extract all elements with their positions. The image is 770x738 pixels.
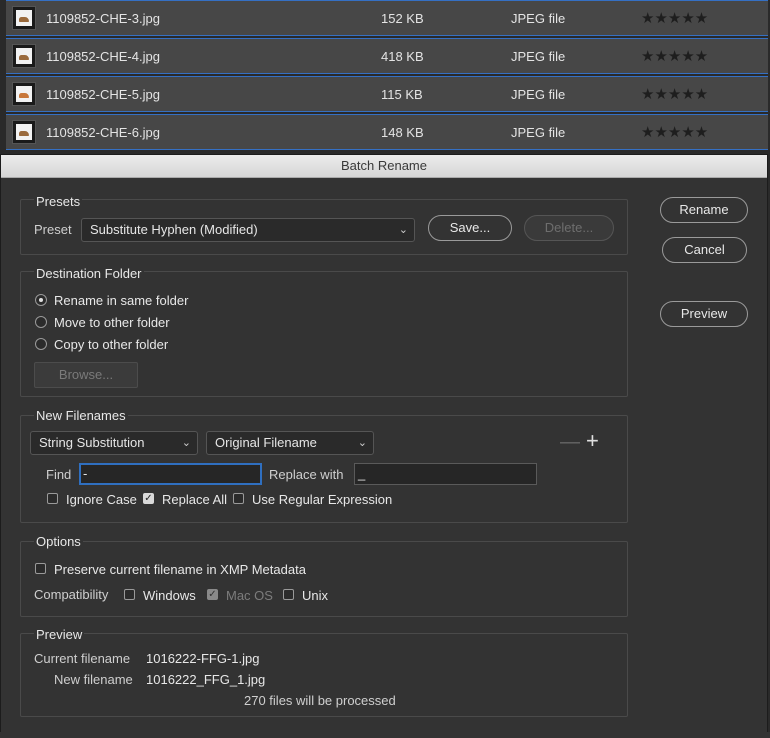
chevron-down-icon: ⌄	[181, 437, 191, 449]
presets-title: Presets	[34, 194, 83, 209]
replace-with-input[interactable]: _	[354, 463, 537, 485]
windows-label: Windows	[143, 588, 196, 603]
rating-stars-icon[interactable]: ★★★★★	[641, 123, 708, 141]
file-type: JPEG file	[511, 87, 566, 102]
batch-rename-dialog: Batch Rename Rename Cancel Preview Prese…	[0, 154, 768, 738]
preview-title: Preview	[34, 627, 85, 642]
file-name: 1109852-CHE-6.jpg	[46, 125, 160, 140]
ignore-case-checkbox[interactable]	[47, 493, 58, 504]
rename-button[interactable]: Rename	[660, 197, 748, 223]
file-name: 1109852-CHE-4.jpg	[46, 49, 160, 64]
options-title: Options	[34, 534, 83, 549]
radio-rename-same-folder[interactable]	[35, 294, 47, 306]
macos-label: Mac OS	[226, 588, 273, 603]
dialog-title: Batch Rename	[1, 155, 767, 178]
file-size: 115 KB	[381, 87, 423, 102]
delete-preset-button[interactable]: Delete...	[524, 215, 614, 241]
macos-checkbox: ✓	[207, 589, 218, 600]
unix-label: Unix	[302, 588, 329, 603]
files-processed-summary: 270 files will be processed	[244, 693, 396, 708]
ignore-case-label: Ignore Case	[66, 492, 137, 507]
file-list-bottom-edge	[0, 732, 770, 738]
rename-type-select[interactable]: String Substitution ⌄	[30, 431, 198, 455]
move-other-folder-label: Move to other folder	[54, 315, 170, 330]
file-size: 152 KB	[381, 11, 424, 26]
radio-move-other-folder[interactable]	[35, 316, 47, 328]
find-input[interactable]: -	[79, 463, 262, 485]
file-type: JPEG file	[511, 49, 566, 64]
file-type: JPEG file	[511, 125, 566, 140]
options-section	[20, 541, 628, 617]
rename-type-value: String Substitution	[39, 435, 145, 450]
preview-button[interactable]: Preview	[660, 301, 748, 327]
save-preset-button[interactable]: Save...	[428, 215, 512, 241]
rename-source-value: Original Filename	[215, 435, 317, 450]
regex-label: Use Regular Expression	[252, 492, 393, 507]
compatibility-label: Compatibility	[34, 587, 109, 602]
rename-same-folder-label: Rename in same folder	[54, 293, 189, 308]
new-filenames-title: New Filenames	[34, 408, 128, 423]
add-rule-plus-icon[interactable]: +	[586, 430, 599, 452]
copy-other-folder-label: Copy to other folder	[54, 337, 169, 352]
chevron-down-icon: ⌄	[357, 437, 367, 449]
preset-select[interactable]: Substitute Hyphen (Modified) ⌄	[81, 218, 415, 242]
file-thumbnail	[12, 120, 36, 144]
preset-select-value: Substitute Hyphen (Modified)	[90, 222, 258, 237]
find-label: Find	[46, 467, 72, 482]
windows-checkbox[interactable]	[124, 589, 135, 600]
rating-stars-icon[interactable]: ★★★★★	[641, 47, 708, 65]
remove-rule-minus-icon[interactable]: —	[560, 432, 580, 452]
cancel-button[interactable]: Cancel	[662, 237, 747, 263]
file-name: 1109852-CHE-3.jpg	[46, 11, 160, 26]
file-thumbnail	[12, 6, 36, 30]
file-thumbnail	[12, 82, 36, 106]
rating-stars-icon[interactable]: ★★★★★	[641, 9, 708, 27]
file-size: 148 KB	[381, 125, 424, 140]
preserve-filename-checkbox[interactable]	[35, 563, 46, 574]
file-name: 1109852-CHE-5.jpg	[46, 87, 160, 102]
current-filename-label: Current filename	[34, 651, 131, 666]
file-row[interactable]: 1109852-CHE-6.jpg 148 KB JPEG file ★★★★★	[6, 114, 768, 150]
destination-title: Destination Folder	[34, 266, 144, 281]
regex-checkbox[interactable]	[233, 493, 244, 504]
rename-source-select[interactable]: Original Filename ⌄	[206, 431, 374, 455]
preset-label: Preset	[34, 222, 72, 237]
chevron-down-icon: ⌄	[398, 224, 408, 236]
browse-button[interactable]: Browse...	[34, 362, 138, 388]
unix-checkbox[interactable]	[283, 589, 294, 600]
file-thumbnail	[12, 44, 36, 68]
replace-with-label: Replace with	[269, 467, 344, 482]
new-filename-value: 1016222_FFG_1.jpg	[146, 672, 266, 687]
file-size: 418 KB	[381, 49, 424, 64]
current-filename-value: 1016222-FFG-1.jpg	[146, 651, 260, 666]
radio-copy-other-folder[interactable]	[35, 338, 47, 350]
preserve-filename-label: Preserve current filename in XMP Metadat…	[54, 562, 306, 577]
file-row[interactable]: 1109852-CHE-4.jpg 418 KB JPEG file ★★★★★	[6, 38, 768, 74]
rating-stars-icon[interactable]: ★★★★★	[641, 85, 708, 103]
file-row[interactable]: 1109852-CHE-3.jpg 152 KB JPEG file ★★★★★	[6, 0, 768, 36]
replace-all-checkbox[interactable]: ✓	[143, 493, 154, 504]
file-row[interactable]: 1109852-CHE-5.jpg 115 KB JPEG file ★★★★★	[6, 76, 768, 112]
new-filename-label: New filename	[54, 672, 133, 687]
file-type: JPEG file	[511, 11, 566, 26]
replace-all-label: Replace All	[162, 492, 228, 507]
